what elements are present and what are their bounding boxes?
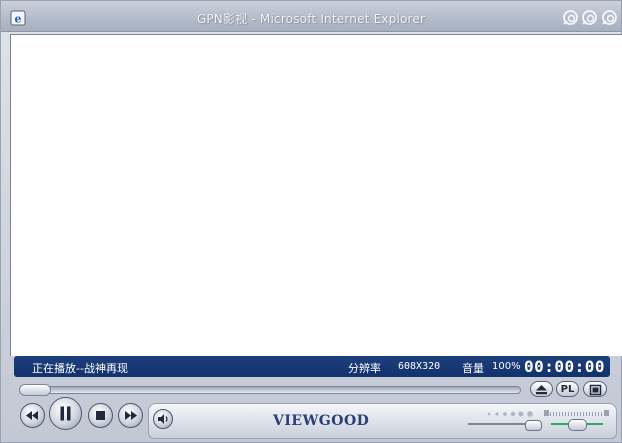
rewind-icon [26,411,38,420]
balance-scale [544,410,609,416]
volume-dots [487,411,533,417]
stop-icon [96,411,105,420]
resolution-value: 608X320 [398,361,441,372]
pause-icon [60,406,71,421]
video-display[interactable] [10,34,622,356]
volume-label: 音量 [462,362,484,375]
pause-button[interactable] [49,397,82,430]
eject-button[interactable] [530,381,553,397]
fast-forward-button[interactable] [118,403,143,428]
minimize-icon[interactable] [562,9,579,26]
speaker-icon [158,414,168,424]
playlist-button[interactable]: PL [556,381,579,397]
mute-button[interactable] [153,409,173,429]
now-playing-text: 正在播放--战神再现 [32,362,128,375]
eject-icon [536,385,547,395]
seek-bar[interactable] [19,386,521,394]
stop-button[interactable] [88,403,113,428]
maximize-icon[interactable] [581,9,598,26]
balance-slider-thumb[interactable] [568,419,587,431]
volume-value: 100% [492,361,521,372]
fullscreen-button[interactable] [583,381,607,397]
close-icon[interactable] [601,9,618,26]
rewind-button[interactable] [20,403,45,428]
title-bar[interactable]: e GPN影视 - Microsoft Internet Explorer [1,1,621,32]
status-bar: 正在播放--战神再现 分辨率 608X320 音量 100% 00:00:00 [14,356,610,377]
resolution-label: 分辨率 [348,362,381,375]
fast-forward-icon [125,411,137,420]
fullscreen-icon [589,384,601,396]
volume-slider-thumb[interactable] [525,420,542,431]
seek-thumb[interactable] [19,384,51,396]
time-display: 00:00:00 [524,357,606,376]
brand-logo: VIEWGOOD [273,413,370,429]
window-title: GPN影视 - Microsoft Internet Explorer [196,12,426,26]
player-window: e GPN影视 - Microsoft Internet Explorer 正在… [0,0,622,443]
